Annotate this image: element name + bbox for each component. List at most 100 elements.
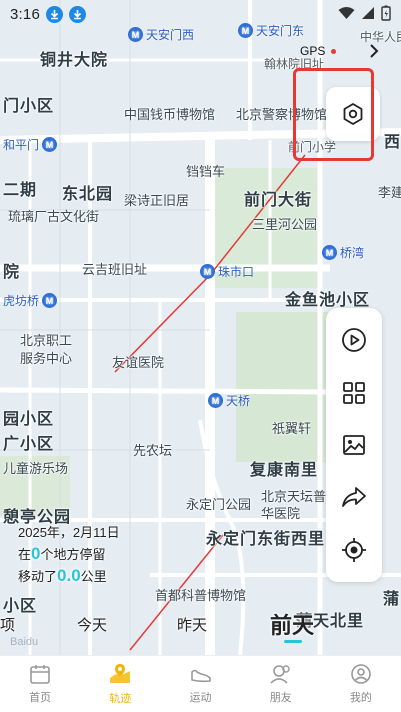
metro-icon: M (200, 264, 215, 279)
stats-stay-suffix: 个地方停留 (40, 547, 106, 562)
metro-station: 虎坊桥 M (3, 292, 58, 309)
metro-icon: M (128, 27, 143, 42)
stats-date: 2025年，2月11日 (18, 525, 120, 540)
nav-label: 运动 (189, 692, 212, 704)
map-label: 梁诗正旧居 (124, 193, 190, 208)
map-label: 园小区 (3, 411, 55, 428)
map-label: 李建 (378, 185, 401, 200)
profile-icon (351, 664, 371, 684)
map-label: 铜井大院 (40, 52, 109, 69)
map-label: 首都科普博物馆 (155, 588, 247, 603)
metro-station: 和平门 M (3, 136, 58, 153)
locate-button[interactable] (334, 530, 374, 570)
metro-station: M 珠市口 (200, 263, 254, 280)
map-label: 院 (3, 264, 21, 281)
nav-sport[interactable]: 运动 (160, 656, 240, 712)
share-icon (342, 487, 366, 508)
stats-move-line: 移动了0.0公里 (18, 565, 120, 587)
gps-status-dot (331, 48, 337, 54)
metro-icon: M (42, 293, 58, 308)
metro-station-name: 和平门 (3, 138, 40, 152)
map-label: 复康南里 (250, 462, 319, 479)
status-bar: 3:16 (0, 0, 401, 28)
metro-icon: M (42, 137, 58, 152)
nav-label: 轨迹 (109, 693, 132, 705)
date-tab-partial[interactable]: 项 (0, 614, 15, 635)
map-label: 三里河公园 (252, 217, 318, 232)
play-icon (342, 328, 366, 353)
grid-icon (343, 381, 365, 404)
metro-station-name: 天安门西 (146, 28, 195, 42)
date-tab-day-before[interactable]: 前天 (270, 608, 314, 640)
map-label: 铛铛车 (186, 164, 226, 179)
wifi-icon (338, 7, 355, 19)
grid-button[interactable] (334, 373, 374, 413)
map-label: 祇翼轩 (272, 421, 312, 436)
map-pin-icon (110, 664, 131, 683)
map-label: 前门小学 (288, 140, 337, 154)
image-icon (343, 435, 365, 455)
shoe-icon (190, 669, 211, 683)
download-icon (69, 5, 86, 23)
settings-button[interactable] (326, 87, 380, 141)
map-label: 永定门公园 (186, 497, 252, 512)
metro-station: M 天安门西 (128, 26, 194, 43)
share-button[interactable] (334, 477, 374, 517)
locate-icon (342, 537, 366, 562)
metro-icon: M (208, 393, 223, 408)
bottom-nav: 首页 轨迹 运动 朋友 我的 (0, 655, 401, 712)
metro-station-name: 桥湾 (340, 246, 365, 260)
status-time: 3:16 (10, 5, 40, 23)
nav-label: 朋友 (269, 692, 292, 704)
stats-move-prefix: 移动了 (18, 569, 58, 584)
stats-move-suffix: 公里 (80, 569, 107, 584)
map-label: 永定门东街西里 (206, 531, 326, 548)
map-label: 东北园 (62, 186, 114, 203)
map-label: 门小区 (3, 98, 55, 115)
date-tab-today[interactable]: 今天 (77, 614, 107, 635)
chevron-right-icon[interactable] (368, 42, 380, 60)
map-label: 中华人民 (360, 30, 401, 44)
settings-hexagon-icon (343, 103, 363, 125)
map-label: 西 (384, 134, 401, 151)
map-label: 蒲 (383, 591, 401, 608)
nav-home[interactable]: 首页 (0, 656, 80, 712)
map-label: 前门大街 (244, 192, 313, 209)
metro-station: M 桥湾 (322, 244, 364, 261)
download-icon (46, 5, 63, 23)
gallery-button[interactable] (334, 425, 374, 465)
metro-station-name: 珠市口 (218, 265, 255, 279)
map-label: 北京警察博物馆 (236, 107, 328, 122)
map-label: 儿童游乐场 (3, 461, 69, 476)
gps-indicator: GPS (300, 44, 337, 58)
map-label: 琉璃厂古文化街 (8, 209, 100, 224)
calendar-icon (30, 665, 50, 684)
map-label: 北京职工服务中心 (20, 333, 73, 366)
move-distance: 0.0 (57, 566, 81, 585)
map-tools-panel (326, 308, 382, 582)
map-label: 北京天坛普华医院 (261, 489, 327, 521)
metro-icon: M (322, 245, 337, 260)
date-tabs: 项 今天 昨天 前天 (0, 606, 320, 646)
play-button[interactable] (334, 320, 374, 360)
friends-icon (270, 665, 290, 684)
nav-label: 我的 (349, 692, 372, 704)
nav-friends[interactable]: 朋友 (241, 656, 321, 712)
metro-station: M 天桥 (208, 392, 250, 409)
date-tab-yesterday[interactable]: 昨天 (177, 614, 207, 635)
active-tab-indicator (284, 640, 302, 643)
nav-track[interactable]: 轨迹 (80, 656, 160, 712)
map-label: 先农坛 (133, 443, 173, 458)
stats-stay-line: 在0个地方停留 (18, 543, 120, 565)
map-label: 二期 (3, 182, 38, 199)
signal-icon (362, 7, 374, 19)
map-label: 广小区 (3, 436, 55, 453)
trip-stats: 2025年，2月11日 在0个地方停留 移动了0.0公里 (18, 522, 120, 587)
metro-station-name: 天桥 (226, 394, 251, 408)
map-label: 中国钱币博物馆 (124, 107, 216, 122)
nav-label: 首页 (29, 692, 52, 704)
map-label: 云吉班旧址 (82, 262, 148, 277)
nav-profile[interactable]: 我的 (321, 656, 401, 712)
map-label: 友谊医院 (112, 355, 165, 370)
stats-stay-prefix: 在 (18, 547, 32, 562)
